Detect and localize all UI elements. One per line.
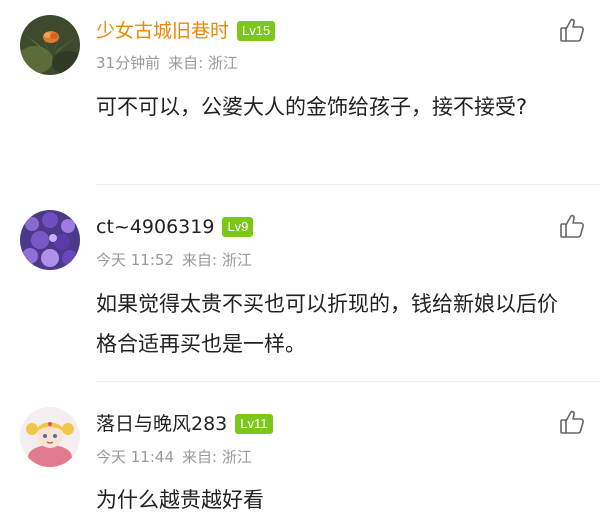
comment-meta: 今天 11:52 来自: 浙江 bbox=[96, 250, 252, 270]
avatar[interactable] bbox=[20, 15, 80, 75]
thumbs-up-icon[interactable] bbox=[558, 212, 586, 240]
comment-meta: 31分钟前 来自: 浙江 bbox=[96, 53, 238, 73]
thumbs-up-icon[interactable] bbox=[558, 16, 586, 44]
divider bbox=[96, 381, 600, 382]
comment-time: 今天 11:44 bbox=[96, 448, 174, 466]
comment-location: 来自: 浙江 bbox=[182, 448, 252, 466]
username[interactable]: 落日与晚风283 bbox=[96, 411, 227, 437]
name-row: ct~4906319 Lv9 bbox=[96, 214, 254, 240]
level-badge: Lv9 bbox=[222, 217, 254, 237]
comment-time: 31分钟前 bbox=[96, 54, 161, 72]
name-row: 少女古城旧巷时 Lv15 bbox=[96, 18, 276, 44]
level-badge: Lv11 bbox=[235, 414, 273, 434]
level-badge: Lv15 bbox=[237, 21, 276, 41]
username[interactable]: 少女古城旧巷时 bbox=[96, 18, 229, 44]
comment-meta: 今天 11:44 来自: 浙江 bbox=[96, 447, 252, 467]
avatar[interactable] bbox=[20, 210, 80, 270]
name-row: 落日与晚风283 Lv11 bbox=[96, 411, 273, 437]
thumbs-up-icon[interactable] bbox=[558, 408, 586, 436]
comment-text: 如果觉得太贵不买也可以折现的，钱给新娘以后价格合适再买也是一样。 bbox=[96, 292, 558, 356]
divider bbox=[96, 184, 600, 185]
comment-location: 来自: 浙江 bbox=[168, 54, 238, 72]
username[interactable]: ct~4906319 bbox=[96, 214, 214, 240]
comment-time: 今天 11:52 bbox=[96, 251, 174, 269]
comment-text: 可不可以，公婆大人的金饰给孩子，接不接受? bbox=[96, 95, 528, 119]
comment-location: 来自: 浙江 bbox=[182, 251, 252, 269]
comment-text: 为什么越贵越好看 bbox=[96, 488, 264, 512]
avatar[interactable] bbox=[20, 407, 80, 467]
